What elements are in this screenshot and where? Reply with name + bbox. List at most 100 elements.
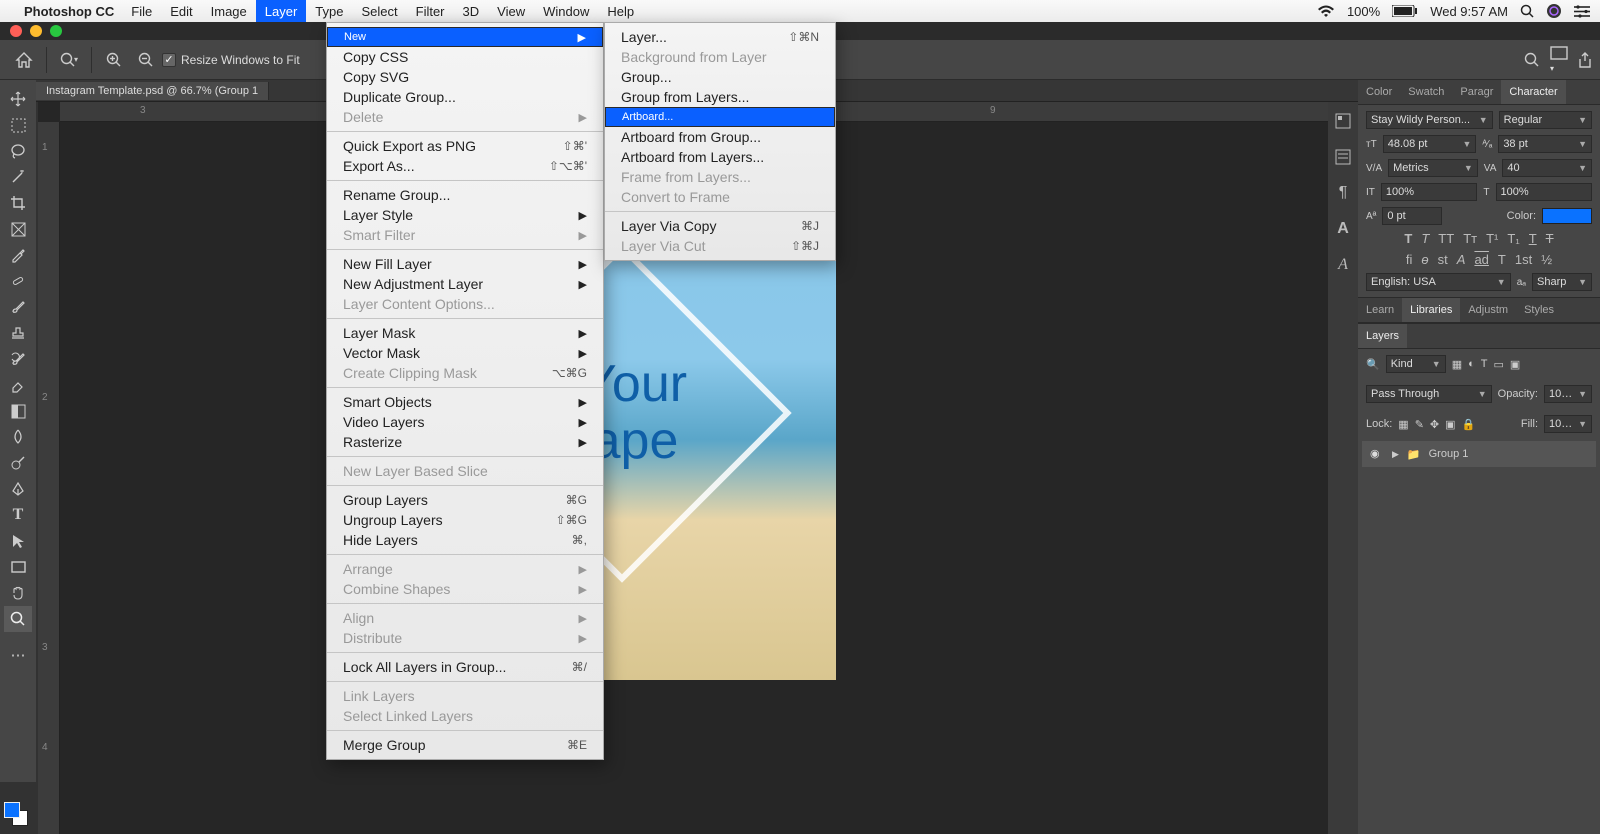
menu-item-artboard-from-group-[interactable]: Artboard from Group... (605, 127, 835, 147)
zoom-in-icon[interactable] (101, 47, 127, 73)
tab-character[interactable]: Character (1501, 80, 1565, 104)
lock-all-icon[interactable]: 🔒 (1462, 418, 1476, 431)
healing-tool-icon[interactable] (4, 268, 32, 294)
lock-transparent-icon[interactable]: ▦ (1398, 418, 1408, 431)
lock-artboard-icon[interactable]: ▣ (1445, 418, 1455, 431)
move-tool-icon[interactable] (4, 86, 32, 112)
eyedropper-tool-icon[interactable] (4, 242, 32, 268)
wifi-icon[interactable] (1317, 5, 1335, 18)
menu-item-layer-via-copy[interactable]: Layer Via Copy⌘J (605, 216, 835, 236)
menu-filter[interactable]: Filter (407, 0, 454, 22)
menu-item-group-from-layers-[interactable]: Group from Layers... (605, 87, 835, 107)
menu-item-new-fill-layer[interactable]: New Fill Layer▶ (327, 254, 603, 274)
strike-icon[interactable]: T (1546, 231, 1554, 246)
opacity-input[interactable]: 100%▼ (1544, 385, 1592, 403)
pen-tool-icon[interactable] (4, 476, 32, 502)
swash-icon[interactable]: A (1457, 252, 1466, 267)
layer-name[interactable]: Group 1 (1429, 448, 1469, 460)
menu-item-duplicate-group-[interactable]: Duplicate Group... (327, 87, 603, 107)
menu-select[interactable]: Select (352, 0, 406, 22)
contextual-icon[interactable]: ɵ (1421, 252, 1428, 267)
hscale-input[interactable]: 100% (1496, 183, 1593, 201)
paragraph-panel-icon[interactable]: ¶ (1339, 184, 1348, 202)
smallcaps-icon[interactable]: Tᴛ (1463, 231, 1477, 246)
tab-libraries[interactable]: Libraries (1402, 298, 1460, 322)
history-brush-tool-icon[interactable] (4, 346, 32, 372)
blend-mode-select[interactable]: Pass Through▼ (1366, 385, 1492, 403)
half-icon[interactable]: ½ (1541, 252, 1552, 267)
stylistic-icon[interactable]: st (1438, 252, 1448, 267)
menu-edit[interactable]: Edit (161, 0, 201, 22)
tab-layers[interactable]: Layers (1358, 324, 1407, 348)
menu-view[interactable]: View (488, 0, 534, 22)
kind-select[interactable]: Kind▼ (1386, 355, 1446, 373)
menu-item-ungroup-layers[interactable]: Ungroup Layers⇧⌘G (327, 510, 603, 530)
menu-item-lock-all-layers-in-group-[interactable]: Lock All Layers in Group...⌘/ (327, 657, 603, 677)
lock-position-icon[interactable]: ✥ (1430, 418, 1439, 431)
baseline-input[interactable]: 0 pt (1382, 207, 1442, 225)
tab-learn[interactable]: Learn (1358, 298, 1402, 322)
menu-item-quick-export-as-png[interactable]: Quick Export as PNG⇧⌘' (327, 136, 603, 156)
search-bar-icon[interactable] (1524, 52, 1540, 68)
titling-icon[interactable]: ad (1474, 252, 1488, 267)
type-tool-icon[interactable]: T (4, 502, 32, 528)
menu-item-hide-layers[interactable]: Hide Layers⌘, (327, 530, 603, 550)
subscript-icon[interactable]: T₁ (1507, 231, 1519, 246)
foreground-background-swatch[interactable] (4, 802, 32, 826)
tracking-select[interactable]: 40▼ (1502, 159, 1592, 177)
font-family-select[interactable]: Stay Wildy Person...▼ (1366, 111, 1493, 129)
crop-tool-icon[interactable] (4, 190, 32, 216)
menu-item-artboard-from-layers-[interactable]: Artboard from Layers... (605, 147, 835, 167)
fractions-icon[interactable]: 1st (1515, 252, 1532, 267)
menu-item-vector-mask[interactable]: Vector Mask▶ (327, 343, 603, 363)
filter-smart-icon[interactable]: ▣ (1510, 358, 1520, 371)
menu-item-new-adjustment-layer[interactable]: New Adjustment Layer▶ (327, 274, 603, 294)
kerning-select[interactable]: Metrics▼ (1388, 159, 1478, 177)
tab-paragraph[interactable]: Paragr (1452, 80, 1501, 104)
path-select-tool-icon[interactable] (4, 528, 32, 554)
minimize-window-icon[interactable] (30, 25, 42, 37)
frame-tool-icon[interactable] (4, 216, 32, 242)
tab-styles[interactable]: Styles (1516, 298, 1562, 322)
antialias-select[interactable]: Sharp▼ (1532, 273, 1592, 291)
zoom-tool-selected-icon[interactable] (4, 606, 32, 632)
stamp-tool-icon[interactable] (4, 320, 32, 346)
ordinals-icon[interactable]: T (1498, 252, 1506, 267)
shape-tool-icon[interactable] (4, 554, 32, 580)
vscale-input[interactable]: 100% (1381, 183, 1478, 201)
underline-icon[interactable]: T (1529, 231, 1537, 246)
font-size-select[interactable]: 48.08 pt▼ (1383, 135, 1477, 153)
menu-item-copy-css[interactable]: Copy CSS (327, 47, 603, 67)
menu-item-merge-group[interactable]: Merge Group⌘E (327, 735, 603, 755)
visibility-icon[interactable]: ◉ (1370, 447, 1384, 461)
menu-item-copy-svg[interactable]: Copy SVG (327, 67, 603, 87)
menu-image[interactable]: Image (202, 0, 256, 22)
menu-type[interactable]: Type (306, 0, 352, 22)
spotlight-icon[interactable] (1520, 4, 1534, 18)
menu-item-group-layers[interactable]: Group Layers⌘G (327, 490, 603, 510)
menu-item-layer-mask[interactable]: Layer Mask▶ (327, 323, 603, 343)
share-icon[interactable] (1578, 52, 1592, 68)
menu-item-smart-objects[interactable]: Smart Objects▶ (327, 392, 603, 412)
menu-item-group-[interactable]: Group... (605, 67, 835, 87)
close-window-icon[interactable] (10, 25, 22, 37)
kind-filter-icon[interactable]: 🔍 (1366, 358, 1380, 371)
lasso-tool-icon[interactable] (4, 138, 32, 164)
brush-tool-icon[interactable] (4, 294, 32, 320)
magic-wand-tool-icon[interactable] (4, 164, 32, 190)
leading-select[interactable]: 38 pt▼ (1498, 135, 1592, 153)
menu-item-export-as-[interactable]: Export As...⇧⌥⌘' (327, 156, 603, 176)
menu-layer[interactable]: Layer (256, 0, 307, 22)
menu-3d[interactable]: 3D (454, 0, 489, 22)
gradient-tool-icon[interactable] (4, 398, 32, 424)
filter-adjust-icon[interactable]: ◐ (1468, 358, 1475, 370)
home-icon[interactable] (11, 47, 37, 73)
document-tab[interactable]: Instagram Template.psd @ 66.7% (Group 1 (36, 82, 269, 100)
filter-pixel-icon[interactable]: ▦ (1452, 358, 1462, 371)
properties-panel-icon[interactable] (1334, 148, 1352, 166)
edit-toolbar-icon[interactable]: ⋯ (4, 642, 32, 668)
menu-file[interactable]: File (122, 0, 161, 22)
menu-item-video-layers[interactable]: Video Layers▶ (327, 412, 603, 432)
history-panel-icon[interactable] (1334, 112, 1352, 130)
zoom-window-icon[interactable] (50, 25, 62, 37)
